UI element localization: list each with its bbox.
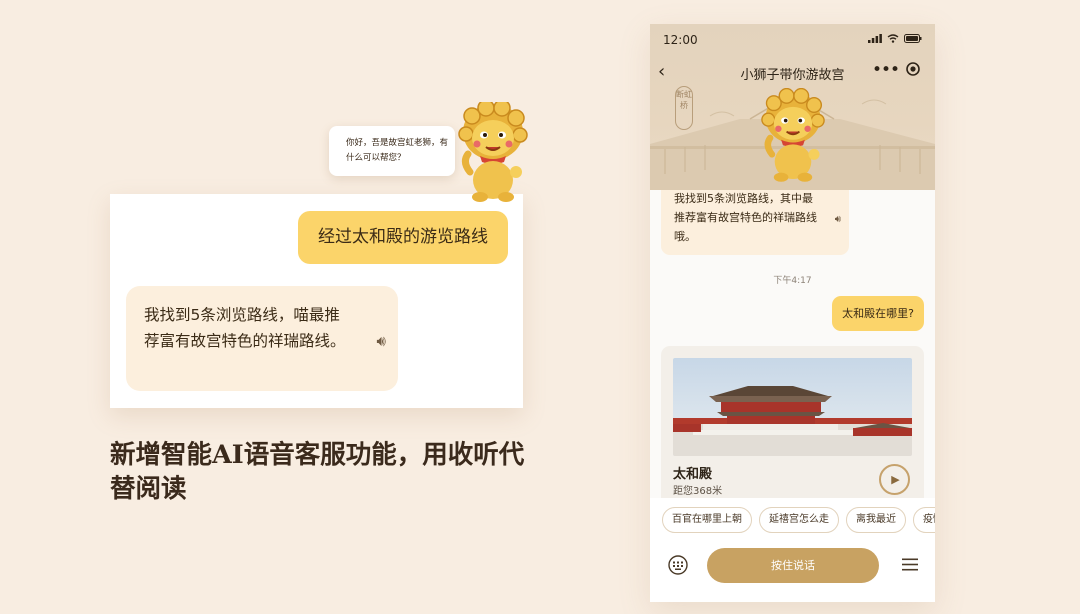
palace-hall-illustration (673, 386, 912, 456)
nav-bar: ‹ 小狮子带你游故宫 ••• (650, 56, 935, 88)
bot-message-text: 我找到5条浏览路线，喵最推荐富有故宫特色的祥瑞路线。 (144, 306, 346, 350)
suggestion-chips: 百官在哪里上朝 延禧宫怎么走 离我最近 疫情 (662, 507, 935, 533)
lion-mascot (458, 102, 528, 202)
user-message-bubble: 太和殿在哪里? (832, 296, 924, 331)
suggestion-chip[interactable]: 百官在哪里上朝 (662, 507, 752, 533)
sound-wave-icon[interactable]: 🔊︎ (835, 210, 841, 229)
wifi-icon (887, 34, 899, 43)
hold-to-talk-button[interactable]: 按住说话 (707, 548, 879, 583)
bot-message-bubble: 我找到5条浏览路线，其中最推荐富有故宫特色的祥瑞路线哦。 🔊︎ (661, 190, 849, 255)
sound-wave-icon[interactable]: 🔊︎ (377, 328, 386, 354)
bot-message-text: 我找到5条浏览路线，其中最推荐富有故宫特色的祥瑞路线哦。 (674, 192, 817, 243)
user-message-text: 太和殿在哪里? (842, 307, 914, 320)
chat-area[interactable]: 我找到5条浏览路线，其中最推荐富有故宫特色的祥瑞路线哦。 🔊︎ 下午4:17 太… (650, 190, 935, 500)
suggestion-chip[interactable]: 疫情 (913, 507, 935, 533)
message-timestamp: 下午4:17 (773, 276, 812, 286)
suggestion-chip[interactable]: 延禧宫怎么走 (759, 507, 839, 533)
more-dots-icon[interactable]: ••• (872, 60, 900, 80)
lion-mascot (761, 88, 825, 182)
target-icon[interactable] (906, 62, 920, 76)
hero-banner: 12:00 ‹ 小狮子带你游故宫 ••• 断虹桥 (650, 24, 935, 190)
bot-message-bubble: 我找到5条浏览路线，喵最推荐富有故宫特色的祥瑞路线。 🔊︎ (126, 286, 398, 391)
feature-headline: 新增智能AI语音客服功能，用收听代替阅读 (110, 440, 525, 504)
input-panel: 百官在哪里上朝 延禧宫怎么走 离我最近 疫情 按住说话 (650, 498, 935, 602)
chat-preview-card: 经过太和殿的游览路线 我找到5条浏览路线，喵最推荐富有故宫特色的祥瑞路线。 🔊︎ (110, 194, 523, 408)
signal-icon (868, 34, 882, 43)
phone-screen: 12:00 ‹ 小狮子带你游故宫 ••• 断虹桥 我找到5条浏览路线，其中最推荐… (650, 24, 935, 602)
place-card[interactable]: 太和殿 距您368米 ▶ (661, 346, 924, 500)
suggestion-chip[interactable]: 离我最近 (846, 507, 906, 533)
greeting-text: 你好，吾是故宫虹老狮，有什么可以帮您？ (346, 138, 449, 163)
place-name: 太和殿 (673, 467, 713, 482)
play-icon[interactable]: ▶ (879, 464, 910, 495)
greeting-bubble: 你好，吾是故宫虹老狮，有什么可以帮您？ (329, 126, 455, 176)
place-photo (673, 358, 912, 456)
user-message-text: 经过太和殿的游览路线 (318, 227, 488, 247)
place-distance: 距您368米 (673, 486, 723, 497)
status-time: 12:00 (663, 33, 698, 47)
keyboard-icon[interactable] (668, 555, 688, 575)
battery-icon (904, 34, 922, 43)
menu-icon[interactable] (902, 558, 918, 571)
location-stamp: 断虹桥 (675, 86, 693, 130)
user-message-bubble: 经过太和殿的游览路线 (298, 211, 508, 264)
status-bar: 12:00 (650, 24, 935, 56)
